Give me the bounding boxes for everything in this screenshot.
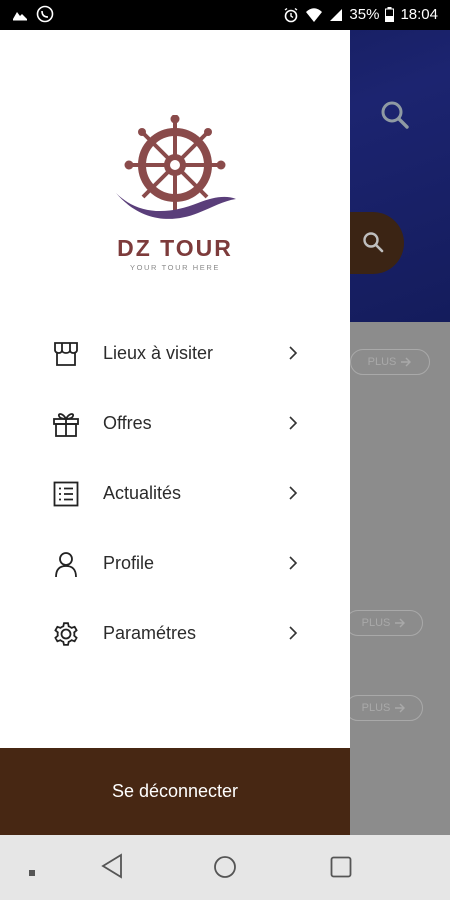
search-icon[interactable]	[380, 100, 410, 135]
chevron-right-icon	[288, 346, 298, 365]
menu-item-label: Lieux à visiter	[103, 343, 214, 363]
menu-item-profile[interactable]: Profile	[0, 529, 350, 599]
chevron-right-icon	[288, 416, 298, 435]
viber-icon	[36, 5, 54, 23]
chevron-right-icon	[288, 486, 298, 505]
store-icon	[52, 340, 80, 368]
logout-label: Se déconnecter	[111, 781, 239, 801]
system-nav-bar	[0, 835, 450, 900]
brand-tagline: YOUR TOUR HERE	[129, 263, 221, 272]
chevron-right-icon	[288, 626, 298, 645]
logout-button[interactable]: Se déconnecter	[0, 748, 350, 835]
alarm-icon	[283, 7, 299, 23]
battery-icon	[385, 7, 395, 22]
search-icon	[363, 232, 384, 253]
menu-item-label: Profile	[103, 553, 155, 573]
navigation-drawer: DZ TOUR YOUR TOUR HERE Lieux à visiter O…	[0, 30, 350, 835]
plus-label: PLUS	[361, 617, 391, 629]
plus-button[interactable]: PLUS	[350, 349, 430, 375]
menu-item-actualites[interactable]: Actualités	[0, 459, 350, 529]
person-icon	[52, 550, 80, 578]
menu-item-label: Paramétres	[103, 623, 197, 643]
gallery-icon	[12, 7, 28, 21]
menu-item-lieux[interactable]: Lieux à visiter	[0, 319, 350, 389]
clock: 18:04	[400, 6, 438, 23]
arrow-right-icon	[395, 618, 406, 628]
plus-label: PLUS	[367, 356, 397, 368]
battery-percent: 35%	[349, 6, 380, 23]
brand-name: DZ TOUR	[117, 235, 233, 261]
recents-dot-icon[interactable]	[28, 864, 36, 882]
plus-button[interactable]: PLUS	[345, 610, 423, 636]
overview-icon[interactable]	[330, 856, 352, 883]
status-bar: 35% 18:04	[0, 0, 450, 30]
chevron-right-icon	[288, 556, 298, 575]
arrow-right-icon	[401, 357, 412, 367]
home-icon[interactable]	[213, 855, 237, 884]
news-list-icon	[52, 480, 80, 508]
plus-label: PLUS	[361, 702, 391, 714]
drawer-menu: Lieux à visiter Offres Actualités Profil…	[0, 319, 350, 669]
menu-item-parametres[interactable]: Paramétres	[0, 599, 350, 669]
back-icon[interactable]	[100, 853, 124, 884]
menu-item-label: Actualités	[103, 483, 182, 503]
dz-tour-logo-icon	[108, 114, 242, 230]
wifi-icon	[305, 7, 323, 23]
plus-button[interactable]: PLUS	[345, 695, 423, 721]
arrow-right-icon	[395, 703, 406, 713]
menu-item-label: Offres	[103, 413, 152, 433]
menu-item-offres[interactable]: Offres	[0, 389, 350, 459]
signal-icon	[329, 8, 343, 22]
gift-icon	[52, 410, 80, 438]
gear-icon	[52, 620, 80, 648]
